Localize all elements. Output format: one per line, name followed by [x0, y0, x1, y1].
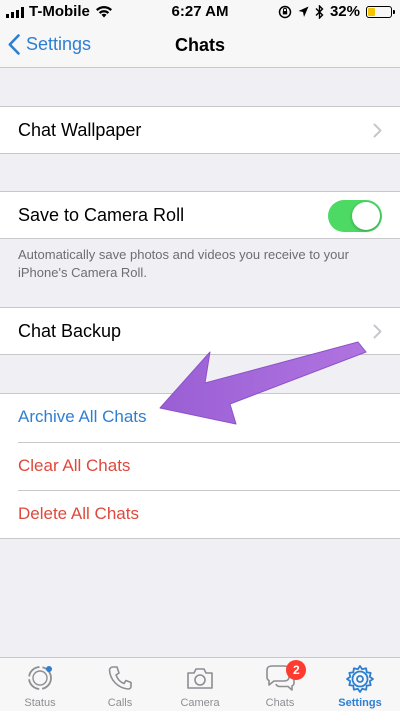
unread-badge: 2: [286, 660, 307, 680]
tab-settings[interactable]: Settings: [320, 658, 400, 711]
chat-actions-group: Archive All Chats Clear All Chats Delete…: [0, 393, 400, 539]
tab-label: Chats: [265, 697, 295, 709]
status-bar: T-Mobile 6:27 AM 32%: [0, 0, 400, 24]
save-to-camera-roll-label: Save to Camera Roll: [18, 205, 185, 225]
camera-icon: [187, 668, 213, 689]
toggle-knob: [352, 202, 380, 230]
tab-chats[interactable]: 2 Chats: [240, 658, 320, 711]
tab-bar: Status Calls Camera 2 Chats Settings: [0, 657, 400, 711]
clear-all-chats-label: Clear All Chats: [18, 456, 131, 475]
navigation-bar: Settings Chats: [0, 24, 400, 68]
chat-backup-label: Chat Backup: [18, 321, 122, 341]
chevron-right-icon: [373, 324, 382, 339]
battery-level-fill: [368, 7, 375, 16]
tab-label: Status: [24, 697, 56, 709]
page-title: Chats: [174, 35, 225, 55]
save-to-camera-roll-row: Save to Camera Roll: [0, 191, 400, 239]
phone-icon: [108, 666, 132, 690]
location-icon: [298, 6, 309, 17]
clear-all-chats-button[interactable]: Clear All Chats: [18, 442, 400, 490]
chat-wallpaper-label: Chat Wallpaper: [18, 120, 142, 140]
tab-status[interactable]: Status: [0, 658, 80, 711]
delete-all-chats-label: Delete All Chats: [18, 504, 139, 523]
tab-label: Camera: [180, 697, 220, 709]
archive-all-chats-button[interactable]: Archive All Chats: [0, 394, 400, 442]
chevron-right-icon: [373, 123, 382, 138]
tab-calls[interactable]: Calls: [80, 658, 160, 711]
save-to-camera-roll-toggle[interactable]: [328, 200, 382, 232]
chat-backup-row[interactable]: Chat Backup: [0, 307, 400, 355]
chat-wallpaper-row[interactable]: Chat Wallpaper: [0, 106, 400, 154]
status-right: 32%: [278, 3, 395, 20]
archive-all-chats-label: Archive All Chats: [18, 407, 147, 426]
tab-label: Settings: [338, 697, 382, 709]
tab-label: Calls: [107, 697, 133, 709]
gear-icon: [346, 665, 374, 693]
battery-icon: [366, 5, 395, 18]
tab-camera[interactable]: Camera: [160, 658, 240, 711]
battery-percent: 32%: [329, 3, 360, 20]
bluetooth-icon: [315, 4, 324, 19]
orientation-lock-icon: [278, 5, 292, 18]
delete-all-chats-button[interactable]: Delete All Chats: [18, 490, 400, 538]
status-icon: [28, 666, 52, 690]
save-to-camera-roll-footnote: Automatically save photos and videos you…: [18, 247, 349, 280]
